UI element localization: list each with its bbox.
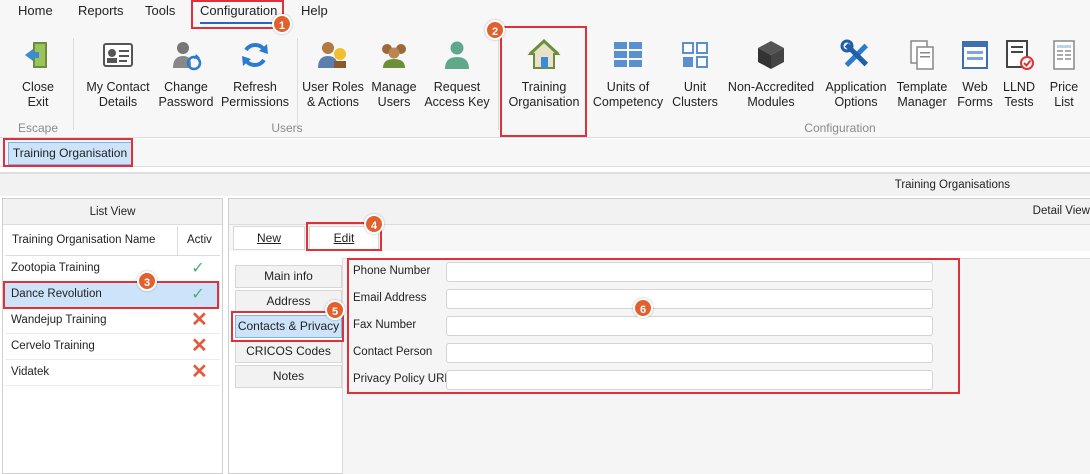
list-row[interactable]: Vidatek ✕ [5,360,220,386]
grid-icon [614,42,642,67]
non-accredited-modules-button[interactable]: Non-Accredited Modules [726,36,816,118]
my-contact-details-button[interactable]: My Contact Details [82,36,154,118]
step-badge: 1 [272,14,292,34]
web-form-icon [962,41,988,69]
check-icon: ✓ [191,260,205,277]
menu-home[interactable]: Home [18,3,53,18]
documents-icon [910,40,934,70]
clusters-icon [682,42,708,68]
highlight-configuration-menu [191,0,284,29]
llnd-tests-button[interactable]: LLND Tests [998,36,1040,118]
cross-icon: ✕ [191,309,208,331]
list-row[interactable]: Zootopia Training ✓ [5,256,220,282]
price-list-label: Price List [1049,80,1079,109]
step-badge: 2 [485,20,505,40]
highlight-contact-fields [347,258,960,394]
close-exit-label: Close Exit [22,80,54,109]
request-access-key-label: Request Access Key [424,80,490,109]
price-sheet-icon [1053,40,1075,70]
step-badge: 3 [137,271,157,291]
template-manager-label: Template Manager [896,80,948,109]
column-header-name[interactable]: Training Organisation Name [5,226,177,256]
refresh-permissions-label: Refresh Permissions [220,80,290,109]
users-group-icon [382,44,406,68]
user-icon [445,41,469,69]
tab-main-info[interactable]: Main info [235,265,342,288]
row-name: Vidatek [11,366,50,378]
non-accredited-modules-label: Non-Accredited Modules [727,80,815,109]
tools-icon [840,39,869,68]
cross-icon: ✕ [191,335,208,357]
units-of-competency-button[interactable]: Units of Competency [591,36,665,118]
section-header: Training Organisations [0,172,1090,196]
refresh-permissions-button[interactable]: Refresh Permissions [219,36,291,118]
list-row[interactable]: Wandejup Training ✕ [5,308,220,334]
refresh-icon [242,43,268,67]
manage-users-button[interactable]: Manage Users [368,36,420,118]
template-manager-button[interactable]: Template Manager [893,36,951,118]
unit-clusters-label: Unit Clusters [672,80,718,109]
users-group-label: Users [271,121,303,135]
price-list-button[interactable]: Price List [1042,36,1086,118]
menu-help[interactable]: Help [301,3,328,18]
group-separator [297,38,298,130]
exit-door-icon [25,42,47,68]
request-access-key-button[interactable]: Request Access Key [424,36,490,118]
new-button[interactable]: New [233,226,305,250]
application-options-button[interactable]: Application Options [822,36,890,118]
close-exit-button[interactable]: Close Exit [10,36,66,118]
user-roles-label: User Roles & Actions [302,80,364,109]
web-forms-button[interactable]: Web Forms [954,36,996,118]
group-separator [73,38,74,130]
user-roles-button[interactable]: User Roles & Actions [302,36,364,118]
unit-clusters-button[interactable]: Unit Clusters [668,36,722,118]
tab-cricos-codes[interactable]: CRICOS Codes [235,340,342,363]
row-name: Zootopia Training [11,262,100,274]
document-tab-strip [0,139,1090,167]
row-name: Wandejup Training [11,314,107,326]
cube-icon [758,41,784,69]
highlight-training-organisation [500,26,587,137]
cross-icon: ✕ [191,361,208,383]
change-password-label: Change Password [158,80,214,109]
change-password-button[interactable]: Change Password [156,36,216,118]
my-contact-label: My Contact Details [86,80,150,109]
checklist-icon [1006,40,1034,70]
row-name: Cervelo Training [11,340,95,352]
step-badge: 6 [633,298,653,318]
manage-users-label: Manage Users [371,80,417,109]
menu-tools[interactable]: Tools [145,3,175,18]
group-separator [498,38,499,130]
llnd-tests-label: LLND Tests [1003,80,1035,109]
user-refresh-icon [173,42,202,71]
column-header-active[interactable]: Activ [177,226,220,256]
configuration-group-label: Configuration [804,121,876,135]
application-options-label: Application Options [825,80,887,109]
web-forms-label: Web Forms [957,80,993,109]
user-roles-icon [318,42,346,68]
menu-bar: Home Reports Tools Configuration Help [0,0,1090,26]
step-badge: 5 [325,300,345,320]
highlight-doc-tab [3,138,133,167]
list-view-title: List View [3,199,222,225]
section-title: Training Organisations [894,179,1010,191]
escape-group-label: Escape [17,121,59,135]
menu-reports[interactable]: Reports [78,3,124,18]
step-badge: 4 [364,214,384,234]
units-of-competency-label: Units of Competency [592,80,664,109]
list-row[interactable]: Cervelo Training ✕ [5,334,220,360]
tab-notes[interactable]: Notes [235,365,342,388]
detail-view-title: Detail View [1032,205,1090,217]
highlight-selected-row [3,281,219,309]
contact-card-icon [103,43,133,67]
